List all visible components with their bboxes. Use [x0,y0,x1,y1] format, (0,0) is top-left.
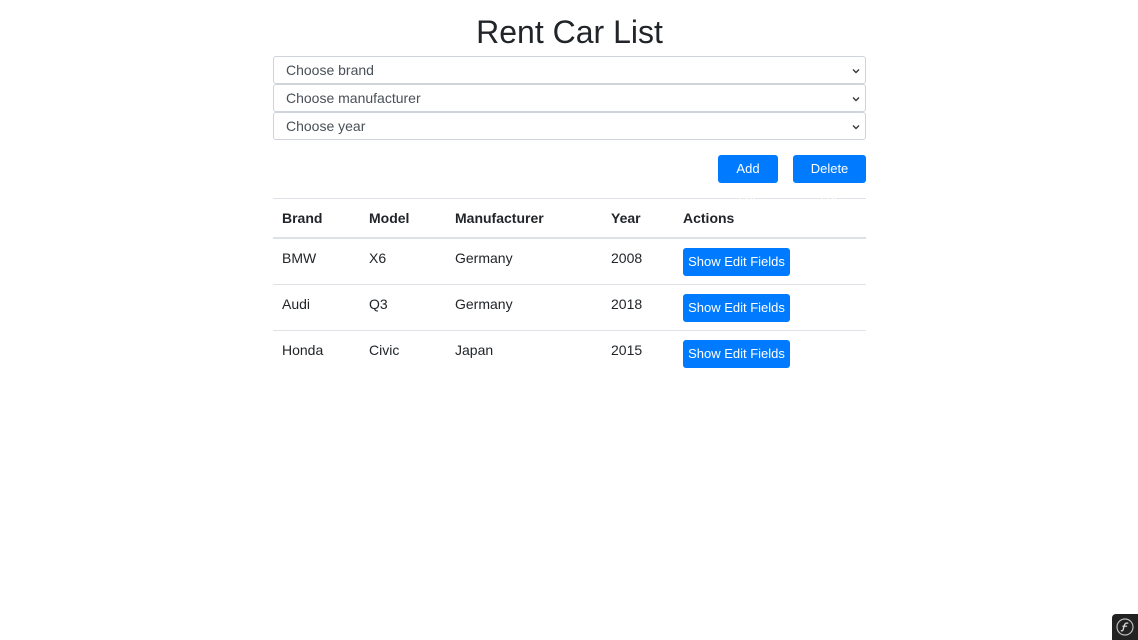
year-select-wrap: Choose year [273,112,866,140]
show-edit-fields-button[interactable]: Show Edit Fields [683,294,790,322]
chevron-down-icon [852,125,860,130]
table-row: BMW X6 Germany 2008 Show Edit Fields [273,238,866,285]
symfony-icon [1116,618,1134,636]
cell-year: 2015 [611,342,643,358]
cell-manufacturer: Germany [455,250,513,266]
chevron-down-icon [852,69,860,74]
year-select[interactable]: Choose year [273,112,866,140]
cell-year: 2008 [611,250,643,266]
action-buttons: Add car Delete car [273,155,866,204]
manufacturer-select[interactable]: Choose manufacturer [273,84,866,112]
brand-select[interactable]: Choose brand [273,56,866,84]
cell-brand: Honda [282,342,324,358]
main-container: Rent Car List Choose brand Choose manufa… [273,0,866,376]
show-edit-fields-button[interactable]: Show Edit Fields [683,248,790,276]
header-year: Year [602,198,674,239]
brand-select-value: Choose brand [286,62,374,78]
cell-model: Civic [369,342,400,358]
header-manufacturer: Manufacturer [446,198,602,239]
cars-table: Brand Model Manufacturer Year Actions BM… [273,198,866,376]
cell-brand: Audi [282,296,311,312]
header-brand: Brand [273,198,360,239]
delete-car-button[interactable]: Delete car [793,155,866,204]
page-title: Rent Car List [476,14,663,50]
table-header-row: Brand Model Manufacturer Year Actions [273,198,866,239]
header-model: Model [360,198,446,239]
add-car-button[interactable]: Add car [718,155,778,204]
symfony-toolbar-toggle[interactable] [1112,614,1138,640]
chevron-down-icon [852,97,860,102]
table-row: Honda Civic Japan 2015 Show Edit Fields [273,330,866,376]
cell-manufacturer: Japan [455,342,494,358]
cell-brand: BMW [282,250,317,266]
cell-manufacturer: Germany [455,296,513,312]
cell-model: Q3 [369,296,388,312]
year-select-value: Choose year [286,118,366,134]
table-row: Audi Q3 Germany 2018 Show Edit Fields [273,284,866,331]
filters: Choose brand Choose manufacturer Choose … [273,56,866,140]
manufacturer-select-wrap: Choose manufacturer [273,84,866,112]
cell-model: X6 [369,250,387,266]
manufacturer-select-value: Choose manufacturer [286,90,421,106]
brand-select-wrap: Choose brand [273,56,866,84]
show-edit-fields-button[interactable]: Show Edit Fields [683,340,790,368]
cell-year: 2018 [611,296,643,312]
